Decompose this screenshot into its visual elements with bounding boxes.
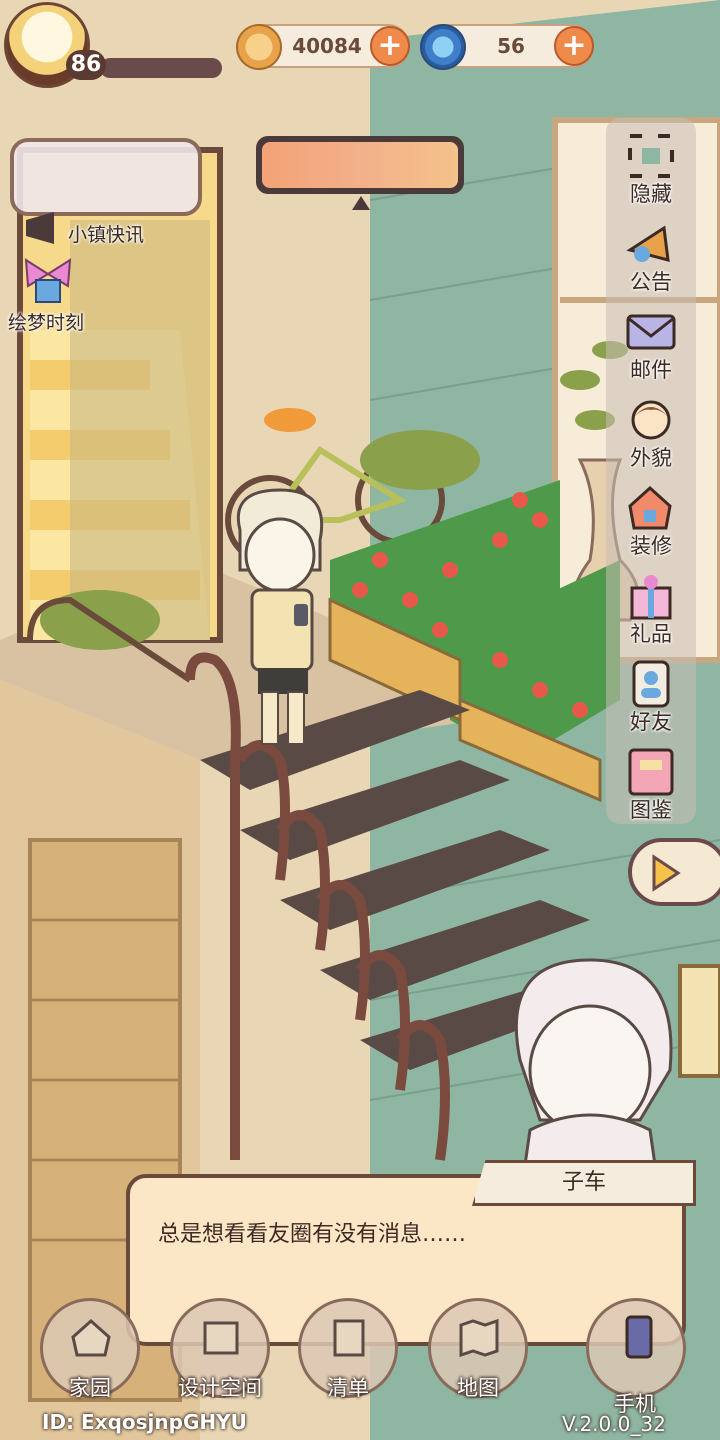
town-news-banner[interactable] — [10, 138, 202, 216]
mail-icon — [626, 314, 676, 350]
home-label[interactable]: 家园 — [25, 1372, 155, 1402]
dialog-text: 总是想看看友圈有没有消息…… — [158, 1222, 467, 1247]
friends-button[interactable]: 好友 — [606, 656, 696, 746]
catalog-button[interactable]: 图鉴 — [606, 744, 696, 834]
gem-value: 56 — [497, 34, 525, 58]
coin-value: 40084 — [292, 34, 362, 58]
list-label[interactable]: 清单 — [283, 1372, 413, 1402]
weather-panel[interactable] — [256, 136, 464, 210]
experience-bar — [100, 58, 222, 78]
hide-ui-button[interactable]: 隐藏 — [606, 128, 696, 218]
appearance-icon — [631, 400, 671, 440]
coin-icon — [236, 24, 282, 70]
design-icon — [203, 1321, 239, 1355]
gem-icon — [420, 24, 466, 70]
add-coins-button[interactable]: + — [370, 26, 410, 66]
phone-icon — [625, 1315, 653, 1359]
bow-gift-icon[interactable] — [22, 254, 74, 304]
gift-icon — [630, 575, 672, 620]
gift-button[interactable]: 礼品 — [606, 568, 696, 658]
add-gems-button[interactable]: + — [554, 26, 594, 66]
announcement-button[interactable]: 公告 — [606, 216, 696, 306]
decorate-button[interactable]: 装修 — [606, 480, 696, 570]
speaker-name-tag: 子车 — [472, 1160, 696, 1206]
hide-icon — [628, 134, 674, 178]
expand-menu-button[interactable] — [628, 838, 720, 906]
appearance-button[interactable]: 外貌 — [606, 392, 696, 482]
list-icon — [333, 1319, 365, 1357]
town-news-label[interactable]: 小镇快讯 — [68, 220, 144, 247]
megaphone-icon — [26, 212, 54, 244]
dream-moment-label[interactable]: 绘梦时刻 — [8, 308, 84, 335]
map-label[interactable]: 地图 — [413, 1372, 543, 1402]
mail-button[interactable]: 邮件 — [606, 304, 696, 394]
right-side-menu: 隐藏 公告 邮件 外貌 装修 礼品 好友 图鉴 — [606, 118, 696, 824]
map-icon — [459, 1318, 499, 1357]
time-marker-icon — [352, 196, 370, 210]
phone-button[interactable] — [586, 1298, 686, 1398]
announcement-icon — [626, 225, 670, 263]
player-level-badge: 86 — [66, 50, 106, 80]
friends-icon — [632, 660, 670, 708]
catalog-icon — [628, 748, 674, 796]
gem-counter: 56 + — [420, 24, 594, 70]
play-arrow-icon — [652, 854, 681, 892]
sunset-sky-icon — [262, 142, 458, 188]
user-id-text: ID: ExqosjnpGHYU — [42, 1410, 247, 1434]
design-space-label[interactable]: 设计空间 — [155, 1372, 285, 1402]
coin-counter: 40084 + — [236, 24, 410, 70]
home-icon — [71, 1318, 111, 1357]
decorate-icon — [628, 485, 672, 530]
version-text: V.2.0.0_32 — [562, 1412, 666, 1436]
